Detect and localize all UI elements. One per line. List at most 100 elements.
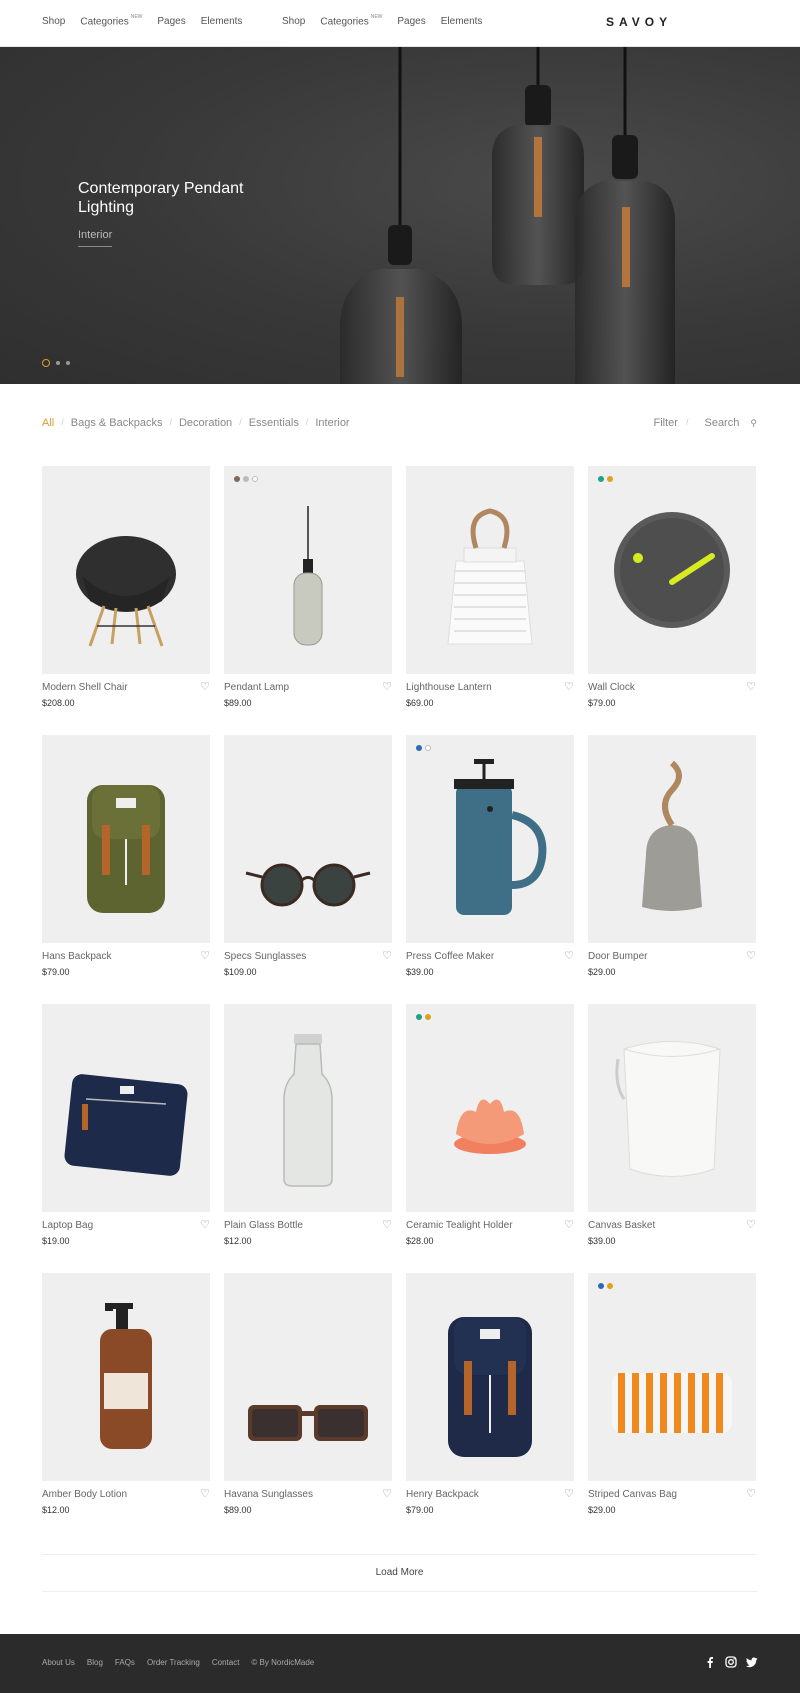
product-card[interactable]: Laptop Bag ♡ $19.00 [42,1004,210,1246]
product-name[interactable]: Canvas Basket [588,1220,655,1231]
wishlist-heart-icon[interactable]: ♡ [564,1487,574,1500]
wishlist-heart-icon[interactable]: ♡ [382,949,392,962]
product-image[interactable] [224,466,392,674]
wishlist-heart-icon[interactable]: ♡ [382,1487,392,1500]
product-name[interactable]: Wall Clock [588,682,635,693]
wishlist-heart-icon[interactable]: ♡ [382,1218,392,1231]
load-more-button[interactable]: Load More [42,1567,757,1578]
product-image[interactable] [224,1273,392,1481]
product-name[interactable]: Havana Sunglasses [224,1489,313,1500]
product-name[interactable]: Ceramic Tealight Holder [406,1220,513,1231]
product-name[interactable]: Door Bumper [588,951,647,962]
footer-link-about[interactable]: About Us [42,1658,75,1667]
wishlist-heart-icon[interactable]: ♡ [564,949,574,962]
product-card[interactable]: Lighthouse Lantern ♡ $69.00 [406,466,574,708]
product-image[interactable] [42,735,210,943]
color-swatch[interactable] [252,476,258,482]
wishlist-heart-icon[interactable]: ♡ [564,1218,574,1231]
color-swatch[interactable] [416,745,422,751]
filter-bags-backpacks[interactable]: Bags & Backpacks [71,417,163,429]
product-name[interactable]: Hans Backpack [42,951,111,962]
wishlist-heart-icon[interactable]: ♡ [200,1487,210,1500]
nav-shop[interactable]: Shop [42,16,65,27]
instagram-icon[interactable] [725,1655,737,1668]
product-card[interactable]: Havana Sunglasses ♡ $89.00 [224,1273,392,1515]
product-card[interactable]: Specs Sunglasses ♡ $109.00 [224,735,392,977]
nav-categories[interactable]: Categories NEW [320,14,382,27]
wishlist-heart-icon[interactable]: ♡ [564,680,574,693]
color-swatch[interactable] [598,1283,604,1289]
product-card[interactable]: Plain Glass Bottle ♡ $12.00 [224,1004,392,1246]
hero-category-link[interactable]: Interior [78,229,113,247]
product-card[interactable]: Striped Canvas Bag ♡ $29.00 [588,1273,756,1515]
wishlist-heart-icon[interactable]: ♡ [382,680,392,693]
slider-dot-active[interactable] [42,359,50,367]
wishlist-heart-icon[interactable]: ♡ [746,1218,756,1231]
nav-pages[interactable]: Pages [397,16,425,27]
product-card[interactable]: Door Bumper ♡ $29.00 [588,735,756,977]
product-card[interactable]: Pendant Lamp ♡ $89.00 [224,466,392,708]
product-image[interactable] [224,1004,392,1212]
nav-pages[interactable]: Pages [157,16,185,27]
product-image[interactable] [406,735,574,943]
product-image[interactable] [224,735,392,943]
color-swatch[interactable] [607,1283,613,1289]
filter-all[interactable]: All [42,417,54,429]
product-card[interactable]: Press Coffee Maker ♡ $39.00 [406,735,574,977]
product-name[interactable]: Striped Canvas Bag [588,1489,677,1500]
product-card[interactable]: Ceramic Tealight Holder ♡ $28.00 [406,1004,574,1246]
filter-interior[interactable]: Interior [315,417,349,429]
search-button[interactable]: Search ⚲ [696,417,757,429]
slider-dot[interactable] [56,361,60,365]
product-image[interactable] [406,1004,574,1212]
color-swatch[interactable] [425,1014,431,1020]
product-image[interactable] [588,735,756,943]
nav-shop[interactable]: Shop [282,16,305,27]
product-image[interactable] [42,1273,210,1481]
color-swatch[interactable] [234,476,240,482]
filter-button[interactable]: Filter [654,417,678,429]
product-card[interactable]: Henry Backpack ♡ $79.00 [406,1273,574,1515]
product-image[interactable] [588,1273,756,1481]
color-swatch[interactable] [416,1014,422,1020]
twitter-icon[interactable] [745,1655,758,1668]
footer-link-faqs[interactable]: FAQs [115,1658,135,1667]
product-card[interactable]: Modern Shell Chair ♡ $208.00 [42,466,210,708]
product-image[interactable] [406,1273,574,1481]
product-card[interactable]: Hans Backpack ♡ $79.00 [42,735,210,977]
product-name[interactable]: Lighthouse Lantern [406,682,492,693]
product-image[interactable] [588,1004,756,1212]
nav-elements[interactable]: Elements [201,16,243,27]
product-image[interactable] [406,466,574,674]
product-image[interactable] [42,1004,210,1212]
slider-dot[interactable] [66,361,70,365]
product-name[interactable]: Amber Body Lotion [42,1489,127,1500]
facebook-icon[interactable] [704,1655,716,1668]
color-swatch[interactable] [425,745,431,751]
footer-link-order-tracking[interactable]: Order Tracking [147,1658,200,1667]
product-card[interactable]: Wall Clock ♡ $79.00 [588,466,756,708]
product-name[interactable]: Press Coffee Maker [406,951,494,962]
nav-categories[interactable]: Categories NEW [80,14,142,27]
footer-link-contact[interactable]: Contact [212,1658,240,1667]
product-card[interactable]: Canvas Basket ♡ $39.00 [588,1004,756,1246]
product-name[interactable]: Plain Glass Bottle [224,1220,303,1231]
wishlist-heart-icon[interactable]: ♡ [200,680,210,693]
site-logo[interactable]: SAVOY [606,15,672,29]
color-swatch[interactable] [607,476,613,482]
product-name[interactable]: Henry Backpack [406,1489,479,1500]
product-name[interactable]: Pendant Lamp [224,682,289,693]
product-name[interactable]: Laptop Bag [42,1220,93,1231]
footer-link-blog[interactable]: Blog [87,1658,103,1667]
product-image[interactable] [588,466,756,674]
product-name[interactable]: Modern Shell Chair [42,682,128,693]
color-swatch[interactable] [598,476,604,482]
nav-elements[interactable]: Elements [441,16,483,27]
product-card[interactable]: Amber Body Lotion ♡ $12.00 [42,1273,210,1515]
wishlist-heart-icon[interactable]: ♡ [746,680,756,693]
filter-essentials[interactable]: Essentials [249,417,299,429]
wishlist-heart-icon[interactable]: ♡ [746,949,756,962]
product-name[interactable]: Specs Sunglasses [224,951,306,962]
color-swatch[interactable] [243,476,249,482]
wishlist-heart-icon[interactable]: ♡ [746,1487,756,1500]
